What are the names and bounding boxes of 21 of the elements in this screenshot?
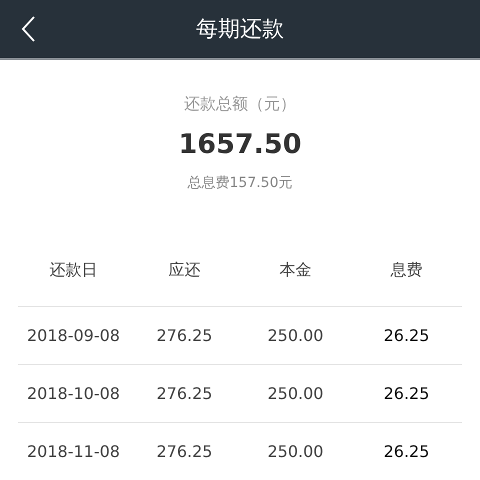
table-cell: 26.25: [384, 326, 430, 345]
column-header: 还款日: [50, 260, 98, 281]
table-cell: 250.00: [268, 326, 324, 345]
table-cell: 2018-09-08: [27, 326, 120, 345]
table-cell: 2018-10-08: [27, 384, 120, 403]
table-cell: 2018-11-08: [27, 442, 120, 461]
column-header: 应还: [168, 260, 200, 281]
table-cell: 26.25: [384, 442, 430, 461]
table-cell: 250.00: [268, 384, 324, 403]
column-header: 本金: [280, 260, 312, 281]
column-header: 息费: [390, 260, 422, 281]
table-cell: 26.25: [384, 384, 430, 403]
page-title: 每期还款: [196, 16, 284, 44]
table-cell: 276.25: [156, 326, 212, 345]
table-cell: 250.00: [268, 442, 324, 461]
total-amount: 1657.50: [178, 129, 302, 160]
interest-total: 总息费157.50元: [188, 174, 292, 192]
total-label: 还款总额（元）: [184, 94, 296, 115]
back-icon[interactable]: [20, 15, 36, 43]
table-cell: 276.25: [156, 384, 212, 403]
table-cell: 276.25: [156, 442, 212, 461]
